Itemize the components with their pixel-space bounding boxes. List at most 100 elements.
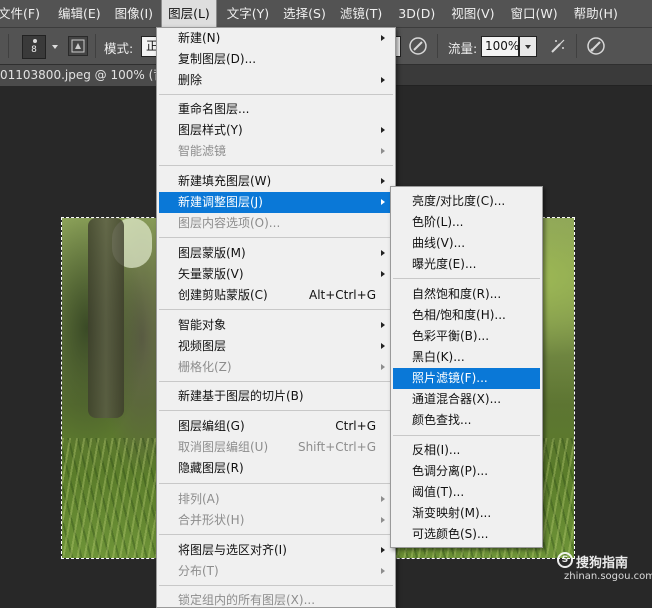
brush-preset-picker[interactable]: 8 (22, 35, 46, 59)
menu-divider (159, 483, 393, 484)
airbrush-icon[interactable] (548, 36, 568, 56)
submenu-item-threshold[interactable]: 阈值(T)... (393, 482, 540, 503)
chevron-down-icon (525, 45, 531, 49)
menu-divider (393, 278, 540, 279)
menu-divider (159, 94, 393, 95)
menu-item-align-layers-to-selection[interactable]: 将图层与选区对齐(I) (159, 540, 393, 561)
menu-view[interactable]: 视图(V) (445, 0, 500, 28)
submenu-arrow-icon (381, 250, 385, 256)
menu-item-video-layer[interactable]: 视频图层 (159, 336, 393, 357)
menu-item-layer-mask[interactable]: 图层蒙版(M) (159, 243, 393, 264)
menu-item-new-adjustment-layer[interactable]: 新建调整图层(J) (159, 192, 393, 213)
menu-item-new[interactable]: 新建(N) (159, 28, 393, 49)
submenu-item-exposure[interactable]: 曝光度(E)... (393, 254, 540, 275)
submenu-arrow-icon (381, 322, 385, 328)
submenu-item-invert[interactable]: 反相(I)... (393, 440, 540, 461)
flow-input[interactable]: 100% (481, 36, 519, 57)
mode-label: 模式: (104, 41, 134, 56)
menu-image[interactable]: 图像(I) (109, 0, 159, 28)
watermark-title: 搜狗指南 (576, 556, 629, 571)
submenu-arrow-icon (381, 148, 385, 154)
menu-divider (393, 435, 540, 436)
submenu-arrow-icon (381, 343, 385, 349)
menu-item-delete[interactable]: 删除 (159, 70, 393, 91)
submenu-arrow-icon (381, 35, 385, 41)
menu-type[interactable]: 文字(Y) (221, 0, 275, 28)
photo-tree-trunk (88, 218, 124, 418)
submenu-arrow-icon (381, 77, 385, 83)
menu-item-lock-all-layers-in-group[interactable]: 锁定组内的所有图层(X)... (159, 590, 393, 608)
menu-divider (159, 381, 393, 382)
watermark-url: zhinan.sogou.com (564, 571, 652, 582)
submenu-item-levels[interactable]: 色阶(L)... (393, 212, 540, 233)
submenu-arrow-icon (381, 568, 385, 574)
submenu-arrow-icon (381, 127, 385, 133)
menu-item-rename-layer[interactable]: 重命名图层... (159, 99, 393, 120)
submenu-arrow-icon (381, 517, 385, 523)
flow-dropdown[interactable] (519, 36, 537, 57)
menu-file[interactable]: 文件(F) (0, 0, 46, 28)
menu-bar: 文件(F) 编辑(E) 图像(I) 图层(L) 文字(Y) 选择(S) 滤镜(T… (0, 0, 652, 28)
layer-menu: 新建(N) 复制图层(D)... 删除 重命名图层... 图层样式(Y) 智能滤… (156, 27, 396, 608)
menu-item-create-clipping-mask[interactable]: 创建剪贴蒙版(C) Alt+Ctrl+G (159, 285, 393, 306)
menu-item-combine-shapes[interactable]: 合并形状(H) (159, 510, 393, 531)
submenu-item-posterize[interactable]: 色调分离(P)... (393, 461, 540, 482)
brush-dropdown-icon[interactable] (52, 45, 58, 49)
menu-item-rasterize[interactable]: 栅格化(Z) (159, 357, 393, 378)
submenu-item-brightness-contrast[interactable]: 亮度/对比度(C)... (393, 191, 540, 212)
document-tab[interactable]: 01103800.jpeg @ 100% (背景 (0, 65, 160, 86)
menu-divider (159, 237, 393, 238)
brush-tip-icon (33, 39, 37, 43)
menu-select[interactable]: 选择(S) (277, 0, 332, 28)
menu-item-distribute[interactable]: 分布(T) (159, 561, 393, 582)
submenu-item-color-balance[interactable]: 色彩平衡(B)... (393, 326, 540, 347)
menu-item-layer-style[interactable]: 图层样式(Y) (159, 120, 393, 141)
menu-item-smart-filter[interactable]: 智能滤镜 (159, 141, 393, 162)
options-divider (95, 34, 96, 58)
brush-panel-toggle-icon[interactable] (68, 36, 88, 56)
menu-item-new-layer-based-slice[interactable]: 新建基于图层的切片(B) (159, 386, 393, 407)
menu-divider (159, 165, 393, 166)
submenu-arrow-icon (381, 364, 385, 370)
menu-edit[interactable]: 编辑(E) (52, 0, 107, 28)
menu-divider (159, 410, 393, 411)
shortcut-label: Alt+Ctrl+G (308, 288, 376, 302)
menu-item-layer-content-options[interactable]: 图层内容选项(O)... (159, 213, 393, 234)
shortcut-label: Shift+Ctrl+G (297, 440, 376, 454)
menu-item-vector-mask[interactable]: 矢量蒙版(V) (159, 264, 393, 285)
options-divider (437, 34, 438, 58)
menu-divider (159, 309, 393, 310)
pressure-size-icon[interactable] (586, 36, 606, 56)
submenu-arrow-icon (381, 199, 385, 205)
sogou-logo-icon: S (557, 552, 573, 568)
submenu-item-photo-filter[interactable]: 照片滤镜(F)... (393, 368, 540, 389)
menu-item-smart-object[interactable]: 智能对象 (159, 315, 393, 336)
submenu-arrow-icon (381, 178, 385, 184)
menu-filter[interactable]: 滤镜(T) (334, 0, 388, 28)
submenu-item-curves[interactable]: 曲线(V)... (393, 233, 540, 254)
submenu-item-gradient-map[interactable]: 渐变映射(M)... (393, 503, 540, 524)
menu-item-arrange[interactable]: 排列(A) (159, 489, 393, 510)
pressure-opacity-icon[interactable] (408, 36, 428, 56)
shortcut-label: Ctrl+G (335, 419, 376, 433)
adjustment-layer-submenu: 亮度/对比度(C)... 色阶(L)... 曲线(V)... 曝光度(E)...… (390, 186, 543, 548)
submenu-item-selective-color[interactable]: 可选颜色(S)... (393, 524, 540, 545)
menu-3d[interactable]: 3D(D) (392, 0, 441, 28)
submenu-item-color-lookup[interactable]: 颜色查找... (393, 410, 540, 431)
submenu-item-black-white[interactable]: 黑白(K)... (393, 347, 540, 368)
submenu-item-channel-mixer[interactable]: 通道混合器(X)... (393, 389, 540, 410)
brush-size: 8 (31, 45, 37, 55)
menu-layer[interactable]: 图层(L) (161, 0, 217, 28)
menu-item-hide-layers[interactable]: 隐藏图层(R) (159, 458, 393, 479)
submenu-item-hue-saturation[interactable]: 色相/饱和度(H)... (393, 305, 540, 326)
submenu-arrow-icon (381, 547, 385, 553)
menu-item-ungroup-layers[interactable]: 取消图层编组(U) Shift+Ctrl+G (159, 437, 393, 458)
menu-item-group-layers[interactable]: 图层编组(G) Ctrl+G (159, 416, 393, 437)
options-divider (8, 34, 9, 58)
menu-window[interactable]: 窗口(W) (505, 0, 564, 28)
menu-help[interactable]: 帮助(H) (568, 0, 624, 28)
submenu-item-vibrance[interactable]: 自然饱和度(R)... (393, 284, 540, 305)
menu-item-new-fill-layer[interactable]: 新建填充图层(W) (159, 171, 393, 192)
menu-divider (159, 585, 393, 586)
menu-item-duplicate-layer[interactable]: 复制图层(D)... (159, 49, 393, 70)
